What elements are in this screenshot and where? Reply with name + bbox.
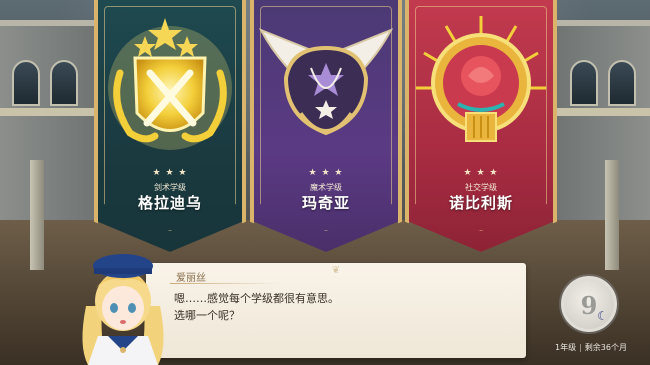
balcony-rail	[0, 108, 100, 116]
dialogue-line: 选哪一个呢？	[174, 309, 240, 322]
status-line: 1年级 | 剩余36个月	[555, 342, 627, 353]
house-name: 诺比利斯	[448, 194, 513, 212]
calendar-badge[interactable]: 9 ☾	[561, 276, 617, 332]
dialogue-box[interactable]: ❦ 爱丽丝 嗯……感觉每个学级都很有意思。 选哪一个呢？	[146, 263, 526, 358]
rank-stars: ★ ★ ★	[308, 168, 344, 178]
character-portrait	[82, 254, 164, 365]
separator: |	[579, 343, 582, 352]
rank-stars: ★ ★ ★	[463, 168, 499, 178]
balcony-rail	[550, 108, 650, 116]
remaining-label: 剩余36个月	[584, 343, 627, 352]
window-arch	[12, 60, 40, 106]
column	[605, 160, 619, 270]
column	[30, 160, 44, 270]
dialogue-line: 嗯……感觉每个学级都很有意思。	[174, 292, 339, 305]
crossed-swords-shield-icon	[108, 18, 232, 150]
window-arch	[608, 60, 636, 106]
moon-icon: ☾	[597, 309, 608, 323]
house-name: 格拉迪乌	[137, 194, 202, 212]
speaker-name: 爱丽丝	[176, 273, 206, 284]
window-arch	[570, 60, 598, 106]
house-name: 玛奇亚	[301, 194, 350, 212]
rank-stars: ★ ★ ★	[152, 168, 188, 178]
house-banner-magia[interactable]: ★ ★ ★ 魔术学级 玛奇亚	[250, 0, 402, 252]
divider	[170, 283, 280, 284]
house-banner-gladius[interactable]: ★ ★ ★ 剑术学级 格拉迪乌	[94, 0, 246, 252]
ornament-icon: ❦	[331, 265, 341, 276]
grade-label: 1年级	[555, 343, 577, 352]
window-arch	[50, 60, 78, 106]
house-banner-nobilis[interactable]: ★ ★ ★ 社交学级 诺比利斯	[405, 0, 557, 252]
rose-sun-icon	[416, 16, 546, 142]
winged-stars-icon	[258, 28, 394, 136]
